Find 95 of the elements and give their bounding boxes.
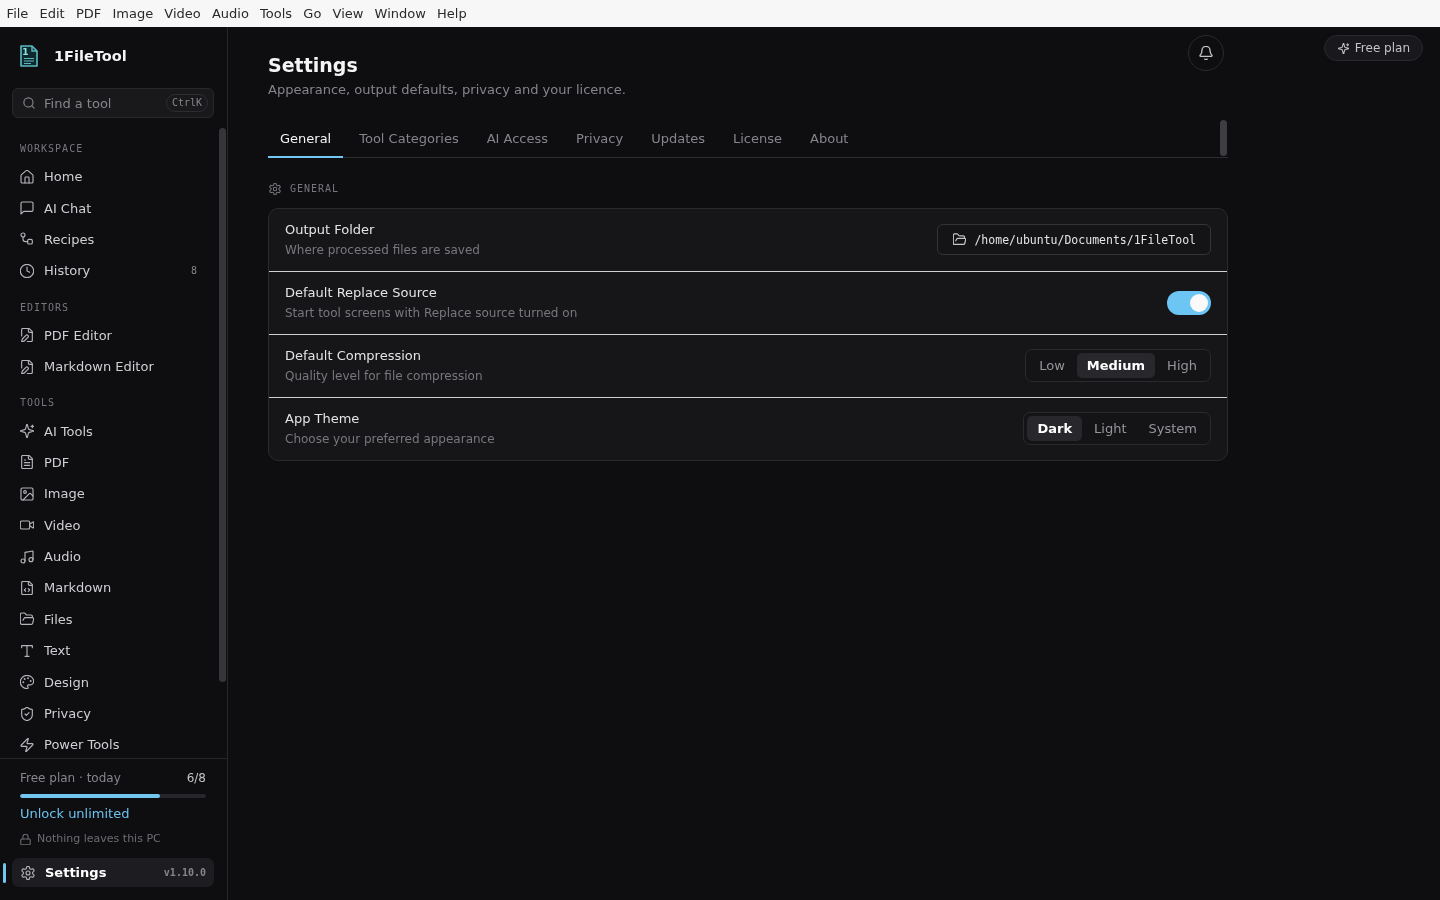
- menu-item[interactable]: Image: [106, 3, 159, 24]
- menu-item[interactable]: View: [326, 3, 369, 24]
- sidebar-item[interactable]: Power Tools: [12, 729, 213, 758]
- setting-title: App Theme: [285, 410, 361, 428]
- sidebar-item[interactable]: Video: [12, 509, 213, 541]
- sidebar-item[interactable]: Markdown: [12, 572, 213, 604]
- app-name: 1FileTool: [54, 48, 127, 64]
- segment-option[interactable]: Medium: [1076, 353, 1156, 378]
- sidebar-item[interactable]: Files: [12, 603, 213, 636]
- image-icon: [20, 486, 34, 501]
- menu-item[interactable]: File: [1, 3, 34, 24]
- code-file-icon: [20, 581, 34, 595]
- tab[interactable]: General: [268, 119, 344, 158]
- sidebar-item[interactable]: Design: [12, 666, 213, 698]
- segment-option[interactable]: Light: [1084, 416, 1137, 441]
- setting-title: Default Replace Source: [285, 284, 438, 302]
- version-label: v1.10.0: [163, 867, 206, 878]
- connected-nodes-icon: [20, 232, 34, 247]
- setting-description: Start tool screens with Replace source turned on: [285, 305, 578, 321]
- tab[interactable]: Privacy: [564, 119, 636, 158]
- setting-title: Output Folder: [285, 221, 376, 239]
- clock-icon: [20, 263, 34, 278]
- segment-option[interactable]: Low: [1029, 353, 1075, 378]
- file-pen-icon: [20, 359, 34, 374]
- sidebar-item[interactable]: AI Chat: [12, 192, 213, 224]
- section-heading: EDITORS: [19, 300, 71, 315]
- sidebar-item[interactable]: Audio: [12, 540, 213, 573]
- setting-title: Default Compression: [285, 347, 422, 365]
- menu-item[interactable]: Edit: [33, 3, 71, 24]
- sidebar-item[interactable]: Markdown Editor: [12, 350, 213, 383]
- usage-label: Free plan · today: [20, 770, 121, 786]
- sidebar-item[interactable]: AI Tools: [12, 415, 213, 447]
- sidebar-item[interactable]: Recipes: [12, 223, 213, 256]
- usage-count: 6/8: [186, 770, 206, 786]
- segment-option[interactable]: High: [1157, 353, 1207, 378]
- tab[interactable]: AI Access: [474, 119, 561, 158]
- plan-button[interactable]: Free plan: [1323, 35, 1423, 61]
- section-heading: TOOLS: [19, 396, 57, 411]
- menu-item[interactable]: Video: [158, 3, 207, 24]
- segment-option[interactable]: System: [1138, 416, 1207, 441]
- text-type-icon: [20, 643, 34, 658]
- settings-icon: [269, 183, 281, 195]
- active-indicator: [3, 862, 6, 883]
- segment-option[interactable]: Dark: [1027, 416, 1083, 441]
- sidebar-item[interactable]: Privacy: [12, 697, 213, 730]
- lock-icon: [20, 833, 31, 845]
- folder-icon: [20, 612, 34, 627]
- bell-icon: [1199, 46, 1213, 60]
- tab[interactable]: Tool Categories: [347, 119, 471, 158]
- upgrade-link[interactable]: Unlock unlimited: [20, 805, 130, 822]
- item-count: 8: [190, 265, 197, 277]
- sidebar-item[interactable]: PDF: [12, 446, 213, 479]
- scrollbar-thumb[interactable]: [1220, 120, 1227, 156]
- menu-item[interactable]: Help: [431, 3, 473, 24]
- tab[interactable]: License: [721, 119, 795, 158]
- folder-icon: [953, 233, 967, 246]
- house-icon: [20, 169, 34, 184]
- folder-path-button[interactable]: /home/ubuntu/Documents/1FileTool: [937, 224, 1211, 255]
- menu-item[interactable]: Tools: [254, 3, 298, 24]
- tab[interactable]: About: [798, 119, 861, 158]
- music-note-icon: [20, 549, 34, 564]
- page-subtitle: Appearance, output defaults, privacy and your licence.: [268, 81, 626, 99]
- sidebar-item[interactable]: Home: [12, 161, 213, 193]
- video-camera-icon: [20, 518, 34, 533]
- logo-icon: 1: [20, 45, 38, 67]
- setting-description: Choose your preferred appearance: [285, 431, 495, 447]
- section-heading: WORKSPACE: [19, 142, 85, 156]
- menu-item[interactable]: Go: [297, 3, 327, 24]
- privacy-note: Nothing leaves this PC: [37, 832, 161, 846]
- lightning-icon: [20, 737, 34, 752]
- setting-description: Quality level for file compression: [285, 368, 483, 384]
- settings-icon: [21, 865, 35, 880]
- chat-bubble-icon: [20, 201, 34, 216]
- search-icon: [23, 97, 35, 109]
- scrollbar-thumb[interactable]: [219, 128, 226, 682]
- menu-item[interactable]: Audio: [206, 3, 255, 24]
- setting-description: Where processed files are saved: [285, 242, 480, 258]
- document-icon: [20, 455, 34, 470]
- menu-item[interactable]: Window: [369, 3, 432, 24]
- page-title: Settings: [268, 53, 359, 78]
- sidebar-item[interactable]: Text: [12, 635, 213, 667]
- sidebar-item[interactable]: Image: [12, 478, 213, 510]
- file-pen-icon: [20, 328, 34, 343]
- tab[interactable]: Updates: [639, 119, 717, 158]
- notifications-button[interactable]: [1188, 35, 1224, 71]
- sparkle-icon: [20, 424, 34, 439]
- toggle-switch[interactable]: [1167, 290, 1211, 315]
- menu-item[interactable]: PDF: [70, 3, 107, 24]
- sidebar-item[interactable]: History 8: [12, 255, 213, 287]
- sidebar-item[interactable]: PDF Editor: [12, 319, 213, 351]
- settings-item[interactable]: Settings v1.10.0: [12, 858, 214, 887]
- shield-check-icon: [20, 706, 34, 721]
- sparkle-icon: [1337, 42, 1349, 54]
- palette-icon: [20, 675, 34, 690]
- section-heading: GENERAL: [290, 182, 340, 196]
